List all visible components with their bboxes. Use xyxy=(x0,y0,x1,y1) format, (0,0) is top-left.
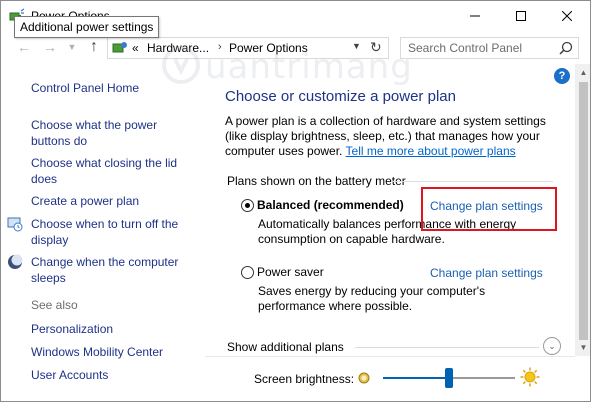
breadcrumb-hardware[interactable]: Hardware... xyxy=(147,41,209,55)
address-overflow[interactable]: « xyxy=(132,41,139,55)
back-button[interactable]: ← xyxy=(15,38,33,56)
moon-icon xyxy=(8,254,23,269)
highlight-annotation xyxy=(421,187,557,231)
address-dropdown-icon[interactable]: ▼ xyxy=(352,41,361,51)
radio-power-saver[interactable] xyxy=(241,266,254,279)
see-also-heading: See also xyxy=(31,298,78,312)
search-placeholder: Search Control Panel xyxy=(408,41,523,55)
sidebar-item-control-panel-home[interactable]: Control Panel Home xyxy=(31,80,139,96)
tooltip: Additional power settings xyxy=(14,16,160,38)
breadcrumb-power-options[interactable]: Power Options xyxy=(229,41,308,55)
left-navigation-pane: Control Panel Home Choose what the power… xyxy=(1,64,205,401)
sidebar-item-personalization[interactable]: Personalization xyxy=(31,321,113,337)
plans-group-label: Plans shown on the battery meter xyxy=(227,174,406,188)
brightness-low-icon xyxy=(358,372,370,384)
scroll-up-arrow-icon[interactable]: ▲ xyxy=(575,64,590,81)
plan-description-power-saver: Saves energy by reducing your computer's… xyxy=(258,284,486,313)
main-content-pane: Choose or customize a power plan A power… xyxy=(205,64,575,401)
minimize-icon xyxy=(470,15,480,17)
change-plan-settings-power-saver[interactable]: Change plan settings xyxy=(430,266,543,280)
group-divider xyxy=(391,181,553,182)
scroll-down-arrow-icon[interactable]: ▼ xyxy=(575,339,590,356)
brightness-slider-fill xyxy=(383,377,449,379)
question-mark-icon: ? xyxy=(558,70,566,82)
arrow-right-icon: → xyxy=(43,39,57,55)
recent-locations-button[interactable]: ▼ xyxy=(63,38,81,56)
sidebar-item-turn-off-display[interactable]: Choose when to turn off the display xyxy=(31,216,191,248)
search-box[interactable]: Search Control Panel xyxy=(400,37,579,59)
show-additional-plans[interactable]: Show additional plans xyxy=(227,340,344,354)
close-button[interactable] xyxy=(544,1,590,31)
scrollbar-thumb[interactable] xyxy=(579,82,588,340)
search-icon xyxy=(559,41,573,55)
tell-me-more-link[interactable]: Tell me more about power plans xyxy=(346,144,516,158)
maximize-button[interactable] xyxy=(498,1,544,31)
power-options-window: Power Options Additional power settings … xyxy=(0,0,591,402)
additional-divider xyxy=(355,347,539,348)
arrow-up-icon: ↑ xyxy=(90,38,98,55)
page-description: A power plan is a collection of hardware… xyxy=(225,114,555,159)
sidebar-item-create-plan[interactable]: Create a power plan xyxy=(31,193,139,209)
chevron-down-icon: ⌄ xyxy=(548,340,556,351)
address-bar[interactable]: « Hardware... › Power Options ▼ ↻ xyxy=(107,37,389,59)
arrow-left-icon: ← xyxy=(17,39,31,55)
chevron-down-icon: ▼ xyxy=(67,42,77,52)
brightness-bar: Screen brightness: xyxy=(205,356,575,401)
vertical-scrollbar[interactable]: ▲ ▼ xyxy=(575,64,590,356)
forward-button[interactable]: → xyxy=(41,38,59,56)
sidebar-item-closing-lid[interactable]: Choose what closing the lid does xyxy=(31,155,191,187)
brightness-high-icon xyxy=(520,367,540,387)
plan-name-power-saver[interactable]: Power saver xyxy=(257,265,324,279)
maximize-icon xyxy=(516,11,526,21)
breadcrumb-chevron-icon[interactable]: › xyxy=(218,41,222,53)
help-button[interactable]: ? xyxy=(554,68,570,84)
sidebar-item-user-accounts[interactable]: User Accounts xyxy=(31,367,108,383)
close-icon xyxy=(562,11,572,21)
control-panel-icon xyxy=(112,42,127,53)
plan-name-balanced[interactable]: Balanced (recommended) xyxy=(257,198,404,212)
expand-additional-plans-button[interactable]: ⌄ xyxy=(543,337,561,355)
up-button[interactable]: ↑ xyxy=(85,38,103,56)
refresh-icon[interactable]: ↻ xyxy=(370,39,382,56)
sidebar-item-computer-sleeps[interactable]: Change when the computer sleeps xyxy=(31,254,191,286)
screen-brightness-label: Screen brightness: xyxy=(254,372,355,386)
sidebar-item-mobility-center[interactable]: Windows Mobility Center xyxy=(31,344,163,360)
radio-balanced[interactable] xyxy=(241,199,254,212)
monitor-clock-icon xyxy=(7,217,23,232)
sidebar-item-power-buttons[interactable]: Choose what the power buttons do xyxy=(31,117,181,149)
brightness-slider-thumb[interactable] xyxy=(445,368,453,388)
page-title: Choose or customize a power plan xyxy=(225,88,456,105)
minimize-button[interactable] xyxy=(452,1,498,31)
